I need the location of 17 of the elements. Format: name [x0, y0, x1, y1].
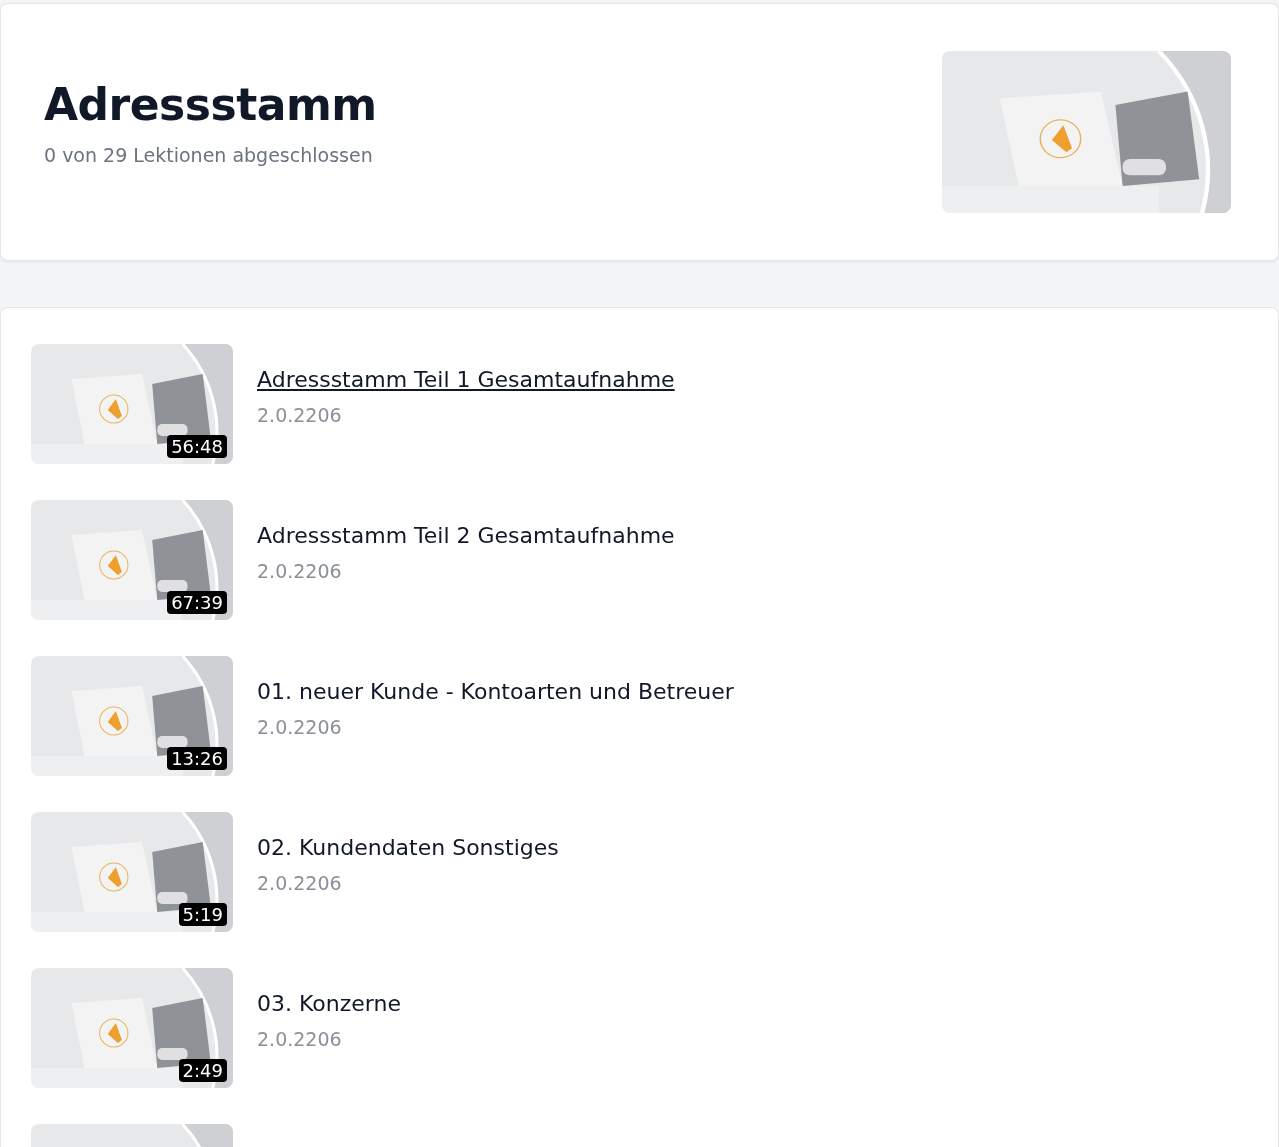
- lesson-link[interactable]: 02. Kundendaten Sonstiges: [257, 834, 559, 860]
- duration-badge: 56:48: [167, 435, 227, 458]
- course-title: Adressstamm: [44, 78, 377, 130]
- version-text: 2.0.2206: [257, 559, 343, 582]
- progress-text: 0 von 29 Lektionen abgeschlossen: [44, 143, 374, 166]
- version-text: 2.0.2206: [257, 715, 343, 738]
- lesson-link[interactable]: 03. Konzerne: [257, 990, 401, 1016]
- lesson-link[interactable]: Adressstamm Teil 2 Gesamtaufnahme: [257, 522, 675, 548]
- lesson-link[interactable]: 01. neuer Kunde - Kontoarten und Betreuer: [257, 678, 734, 704]
- version-text: 2.0.2206: [257, 403, 343, 426]
- duration-badge: 13:26: [167, 747, 227, 770]
- version-text: 2.0.2206: [257, 1027, 343, 1050]
- duration-badge: 2:49: [178, 1059, 227, 1082]
- duration-badge: 5:19: [178, 903, 227, 926]
- duration-badge: 67:39: [167, 591, 227, 614]
- version-text: 2.0.2206: [257, 871, 343, 894]
- lesson-link[interactable]: Adressstamm Teil 1 Gesamtaufnahme: [257, 366, 675, 392]
